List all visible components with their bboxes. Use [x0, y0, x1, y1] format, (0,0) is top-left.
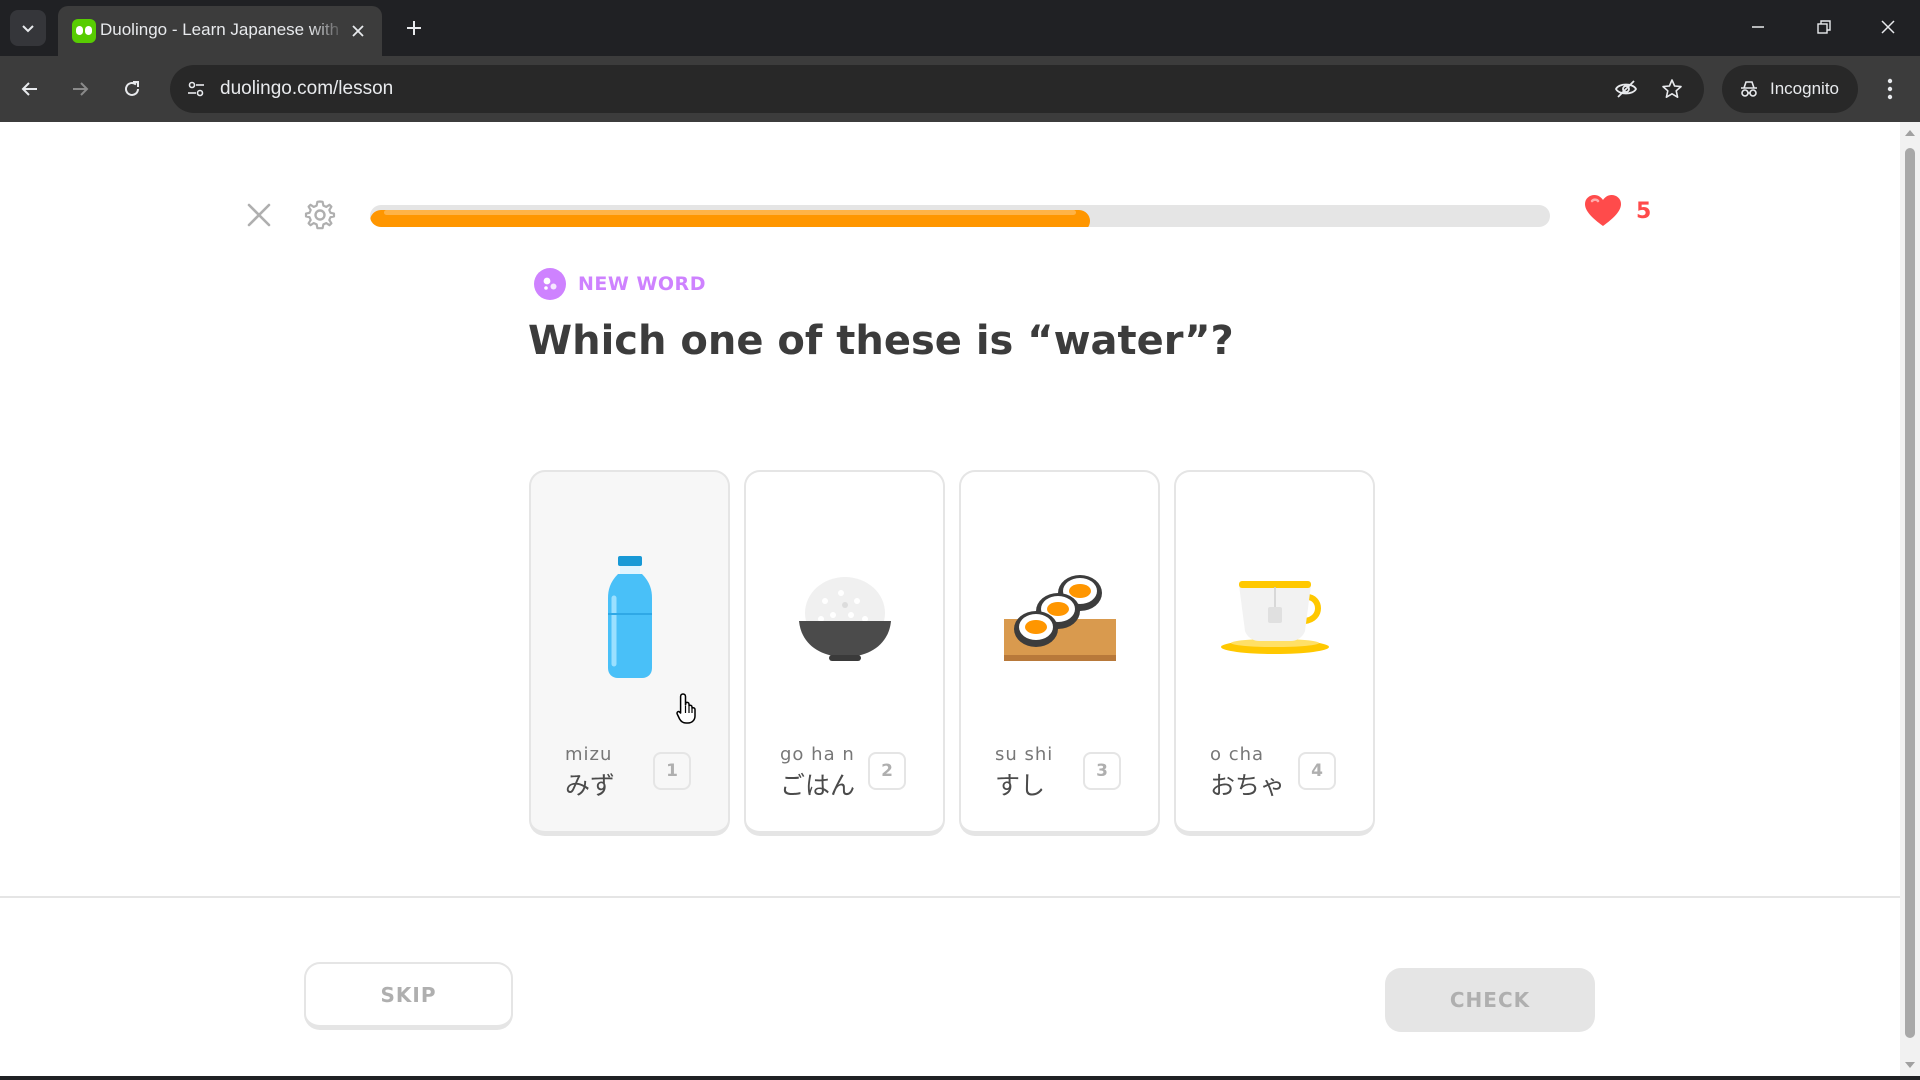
- choice-card-sushi[interactable]: su shi すし 3: [959, 470, 1160, 836]
- minimize-icon: [1752, 26, 1764, 28]
- choice-romaji: go ha n: [780, 744, 855, 765]
- lesson-progress-fill: [370, 210, 1090, 227]
- rice-bowl-icon: [746, 552, 943, 682]
- duolingo-favicon-icon: [72, 19, 96, 43]
- reload-icon: [125, 81, 139, 96]
- arrow-left-icon: [21, 82, 37, 96]
- lesson-settings-button[interactable]: [300, 195, 340, 235]
- browser-toolbar: duolingo.com/lesson Incognito: [0, 56, 1920, 122]
- choice-kana: すし: [995, 771, 1046, 800]
- hearts-count: 5: [1636, 198, 1652, 224]
- incognito-label: Incognito: [1770, 79, 1839, 98]
- page-scrollbar[interactable]: [1900, 122, 1920, 1076]
- lesson-progress-bar: [370, 205, 1550, 227]
- new-word-badge: NEW WORD: [534, 268, 706, 300]
- browser-menu-button[interactable]: [1872, 69, 1908, 109]
- choice-card-mizu[interactable]: mizu みず 1: [529, 470, 730, 836]
- sushi-icon: [961, 552, 1158, 682]
- choice-key-hint: 2: [868, 752, 906, 790]
- star-icon: [1662, 79, 1682, 98]
- quit-lesson-button[interactable]: [240, 196, 278, 234]
- choice-romaji: o cha: [1210, 744, 1265, 765]
- window-bottom-edge: [0, 1076, 1920, 1080]
- choice-kana: おちゃ: [1210, 771, 1286, 800]
- restore-icon: [1817, 20, 1831, 34]
- answer-choices: mizu みず 1 go ha n ごはん 2 su shi すし 3 o ch…: [529, 470, 1375, 836]
- site-info-button[interactable]: [180, 73, 212, 105]
- scroll-down-arrow-icon[interactable]: [1905, 1062, 1915, 1068]
- minimize-button[interactable]: [1734, 6, 1782, 48]
- more-vertical-icon: [1887, 78, 1893, 100]
- browser-tab-duolingo[interactable]: Duolingo - Learn Japanese with: [58, 6, 382, 56]
- scrollbar-thumb[interactable]: [1905, 148, 1915, 1038]
- choice-romaji: mizu: [565, 744, 613, 765]
- forward-button[interactable]: [60, 69, 100, 109]
- choice-kana: ごはん: [780, 771, 856, 800]
- incognito-indicator[interactable]: Incognito: [1722, 65, 1858, 113]
- new-tab-button[interactable]: [396, 10, 432, 46]
- tab-close-button[interactable]: [346, 19, 370, 43]
- choice-key-hint: 4: [1298, 752, 1336, 790]
- new-word-label: NEW WORD: [578, 273, 706, 295]
- close-icon: [352, 25, 364, 37]
- back-button[interactable]: [10, 69, 50, 109]
- question-heading: Which one of these is “water”?: [528, 318, 1234, 364]
- bookmark-button[interactable]: [1656, 73, 1688, 105]
- hearts-counter[interactable]: 5: [1584, 194, 1651, 228]
- reload-button[interactable]: [112, 69, 152, 109]
- chevron-down-icon: [22, 25, 34, 33]
- lesson-page: 5 NEW WORD Which one of these is “water”…: [0, 122, 1900, 1076]
- scroll-up-arrow-icon[interactable]: [1905, 130, 1915, 136]
- choice-romaji: su shi: [995, 744, 1054, 765]
- close-icon: [1881, 20, 1895, 34]
- plus-icon: [407, 21, 421, 35]
- choice-kana: みず: [565, 771, 616, 800]
- address-bar[interactable]: duolingo.com/lesson: [170, 65, 1704, 113]
- tab-title: Duolingo - Learn Japanese with: [100, 20, 340, 39]
- heart-icon: [1585, 195, 1621, 226]
- incognito-icon: [1741, 81, 1757, 97]
- choice-key-hint: 1: [653, 752, 691, 790]
- close-icon: [247, 203, 271, 227]
- check-button[interactable]: CHECK: [1385, 968, 1595, 1032]
- restore-button[interactable]: [1800, 6, 1848, 48]
- sparkle-icon: [534, 268, 566, 300]
- choice-key-hint: 3: [1083, 752, 1121, 790]
- tune-icon: [188, 81, 204, 97]
- choice-card-gohan[interactable]: go ha n ごはん 2: [744, 470, 945, 836]
- water-bottle-icon: [531, 552, 728, 682]
- gear-icon: [304, 200, 336, 230]
- hand-pointer-cursor-icon: [676, 693, 696, 724]
- eye-off-icon: [1614, 80, 1638, 98]
- window-close-button[interactable]: [1864, 6, 1912, 48]
- tracking-protection-button[interactable]: [1610, 73, 1642, 105]
- choice-card-ocha[interactable]: o cha おちゃ 4: [1174, 470, 1375, 836]
- url-text[interactable]: duolingo.com/lesson: [220, 78, 393, 100]
- tab-strip: Duolingo - Learn Japanese with: [0, 0, 1920, 56]
- tab-search-button[interactable]: [10, 10, 46, 46]
- arrow-right-icon: [73, 82, 89, 96]
- footer-divider: [0, 896, 1900, 898]
- skip-button[interactable]: SKIP: [304, 962, 513, 1030]
- tea-cup-icon: [1176, 552, 1373, 682]
